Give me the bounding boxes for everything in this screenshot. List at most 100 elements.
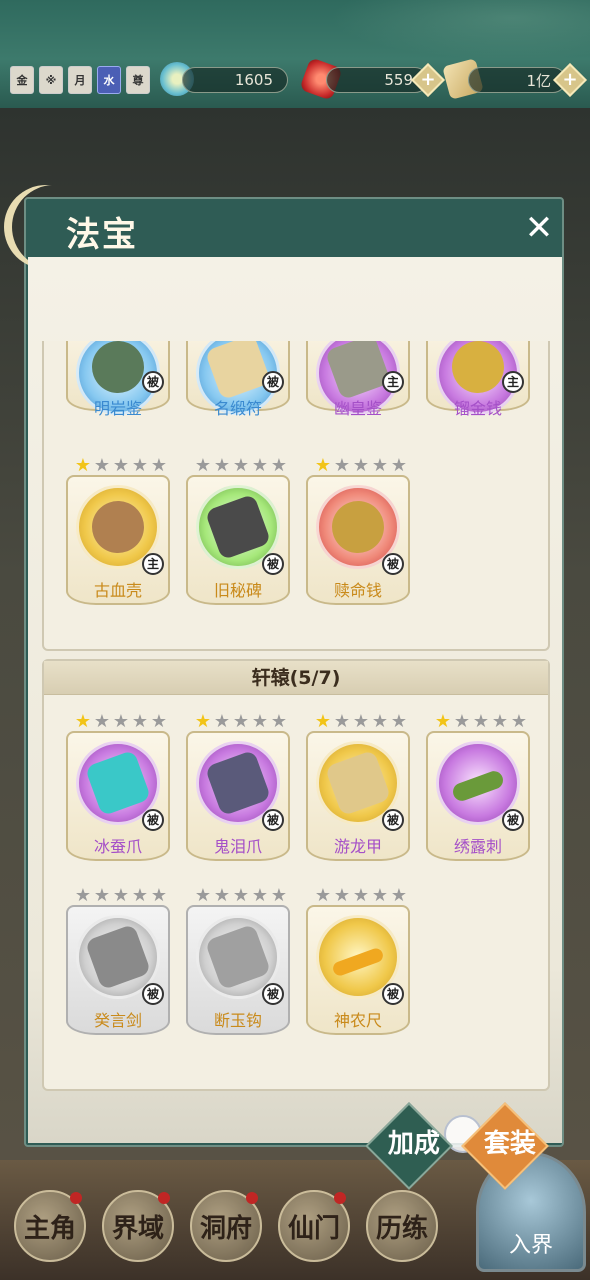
plus-icon: + — [562, 69, 578, 90]
tag-honor[interactable]: 尊 — [126, 66, 150, 94]
item-name: 镏金钱 — [453, 399, 502, 418]
star-icon: ★ — [472, 711, 490, 732]
star-icon: ★ — [112, 455, 130, 476]
treasure-card[interactable]: ★ ★ ★ ★ ★ 被 冰蚕爪 — [66, 713, 170, 861]
star-icon: ★ — [352, 711, 370, 732]
resource-swirl: 1605 — [182, 67, 288, 93]
nav-cave[interactable]: 洞府 — [190, 1190, 262, 1262]
active-badge: 主 — [502, 371, 524, 393]
treasure-card[interactable]: ★ ★ ★ ★ ★ 被 游龙甲 — [306, 713, 410, 861]
passive-badge: 被 — [262, 371, 284, 393]
passive-badge: 被 — [262, 983, 284, 1005]
star-icon: ★ — [333, 711, 351, 732]
star-icon: ★ — [390, 885, 408, 906]
star-icon: ★ — [251, 455, 269, 476]
star-icon: ★ — [390, 711, 408, 732]
treasure-card[interactable]: ★ ★ ★ ★ ★ 主 古血壳 — [66, 457, 170, 605]
item-name: 绣露刺 — [453, 837, 502, 856]
top-decoration — [330, 0, 590, 60]
notification-dot — [158, 1192, 170, 1204]
set-section: 轩辕(5/7) ★★★★★ 被 冰蚕爪 ★★★★★ 被 鬼泪爪 — [42, 659, 550, 1091]
star-icon: ★ — [270, 455, 288, 476]
treasure-card[interactable]: ★ ★ ★ ★ ★ 被 赎命钱 — [306, 457, 410, 605]
passive-badge: 被 — [382, 983, 404, 1005]
set-label: 套装 — [483, 1128, 536, 1159]
panel-title: 法宝 — [66, 215, 138, 255]
star-icon: ★ — [93, 885, 111, 906]
item-name: 鬼泪爪 — [213, 837, 262, 856]
star-icon: ★ — [194, 885, 212, 906]
treasure-card[interactable]: ★ ★ ★ ★ ★ 被 癸言剑 — [66, 887, 170, 1035]
star-icon: ★ — [194, 455, 212, 476]
star-icon: ★ — [251, 711, 269, 732]
star-icon: ★ — [213, 885, 231, 906]
item-name: 旧秘碑 — [213, 581, 262, 600]
item-name: 癸言剑 — [93, 1011, 142, 1030]
star-icon: ★ — [371, 711, 389, 732]
star-icon: ★ — [232, 711, 250, 732]
star-rating: ★ ★ ★ ★ ★ — [434, 713, 528, 731]
tag-gold[interactable]: 金 — [10, 66, 34, 94]
star-icon: ★ — [390, 455, 408, 476]
resource-scroll: 1亿 — [468, 67, 566, 93]
star-icon: ★ — [371, 455, 389, 476]
item-name: 神农尺 — [333, 1011, 382, 1030]
star-rating: ★ ★ ★ ★ ★ — [74, 713, 168, 731]
nav-hero[interactable]: 主角 — [14, 1190, 86, 1262]
star-icon: ★ — [510, 711, 528, 732]
star-icon: ★ — [74, 885, 92, 906]
panel-content: 被 明岩鉴 被 名缎符 主 幽皇鉴 主 镏金钱 ★ ★ ★ ★ ★ 主 古血壳 … — [28, 257, 562, 1190]
tag-mark[interactable]: ※ — [39, 66, 63, 94]
passive-badge: 被 — [382, 553, 404, 575]
close-button[interactable]: ✕ — [524, 211, 554, 245]
star-icon: ★ — [352, 885, 370, 906]
item-name: 幽皇鉴 — [333, 399, 382, 418]
item-name: 古血壳 — [93, 581, 142, 600]
notification-dot — [334, 1192, 346, 1204]
nav-hero-label: 主角 — [23, 1213, 76, 1244]
star-rating: ★ ★ ★ ★ ★ — [314, 457, 408, 475]
treasure-card[interactable]: 主 镏金钱 — [426, 341, 530, 479]
star-icon: ★ — [74, 711, 92, 732]
active-badge: 主 — [382, 371, 404, 393]
treasure-card[interactable]: ★ ★ ★ ★ ★ 被 断玉钩 — [186, 887, 290, 1035]
star-icon: ★ — [150, 455, 168, 476]
active-badge: 主 — [142, 553, 164, 575]
star-icon: ★ — [150, 711, 168, 732]
notification-dot — [246, 1192, 258, 1204]
passive-badge: 被 — [502, 809, 524, 831]
top-bar: 金 ※ 月 水 尊 1605 559 + 1亿 + — [0, 0, 590, 108]
item-name: 断玉钩 — [213, 1011, 262, 1030]
item-name: 名缎符 — [213, 399, 262, 418]
star-rating: ★ ★ ★ ★ ★ — [194, 713, 288, 731]
item-name: 冰蚕爪 — [93, 837, 142, 856]
star-icon: ★ — [371, 885, 389, 906]
nav-realm[interactable]: 界域 — [102, 1190, 174, 1262]
passive-badge: 被 — [262, 809, 284, 831]
nav-trial[interactable]: 历练 — [366, 1190, 438, 1262]
tag-moon[interactable]: 月 — [68, 66, 92, 94]
star-icon: ★ — [232, 455, 250, 476]
star-rating: ★ ★ ★ ★ ★ — [194, 457, 288, 475]
star-icon: ★ — [434, 711, 452, 732]
treasure-list-section: 被 明岩鉴 被 名缎符 主 幽皇鉴 主 镏金钱 ★ ★ ★ ★ ★ 主 古血壳 … — [42, 341, 550, 651]
plus-icon: + — [420, 69, 436, 90]
star-rating: ★ ★ ★ ★ ★ — [314, 887, 408, 905]
nav-sect[interactable]: 仙门 — [278, 1190, 350, 1262]
treasure-card[interactable]: ★ ★ ★ ★ ★ 被 神农尺 — [306, 887, 410, 1035]
star-icon: ★ — [213, 711, 231, 732]
treasure-card[interactable]: ★ ★ ★ ★ ★ 被 绣露刺 — [426, 713, 530, 861]
star-icon: ★ — [270, 885, 288, 906]
notification-dot — [70, 1192, 82, 1204]
nav-trial-label: 历练 — [375, 1213, 428, 1244]
passive-badge: 被 — [142, 371, 164, 393]
treasure-card[interactable]: ★ ★ ★ ★ ★ 被 鬼泪爪 — [186, 713, 290, 861]
treasure-card[interactable]: ★ ★ ★ ★ ★ 被 旧秘碑 — [186, 457, 290, 605]
tag-water[interactable]: 水 — [97, 66, 121, 94]
star-icon: ★ — [453, 711, 471, 732]
enter-realm-label: 入界 — [508, 1233, 553, 1258]
star-icon: ★ — [112, 885, 130, 906]
star-icon: ★ — [150, 885, 168, 906]
star-icon: ★ — [491, 711, 509, 732]
star-icon: ★ — [112, 711, 130, 732]
